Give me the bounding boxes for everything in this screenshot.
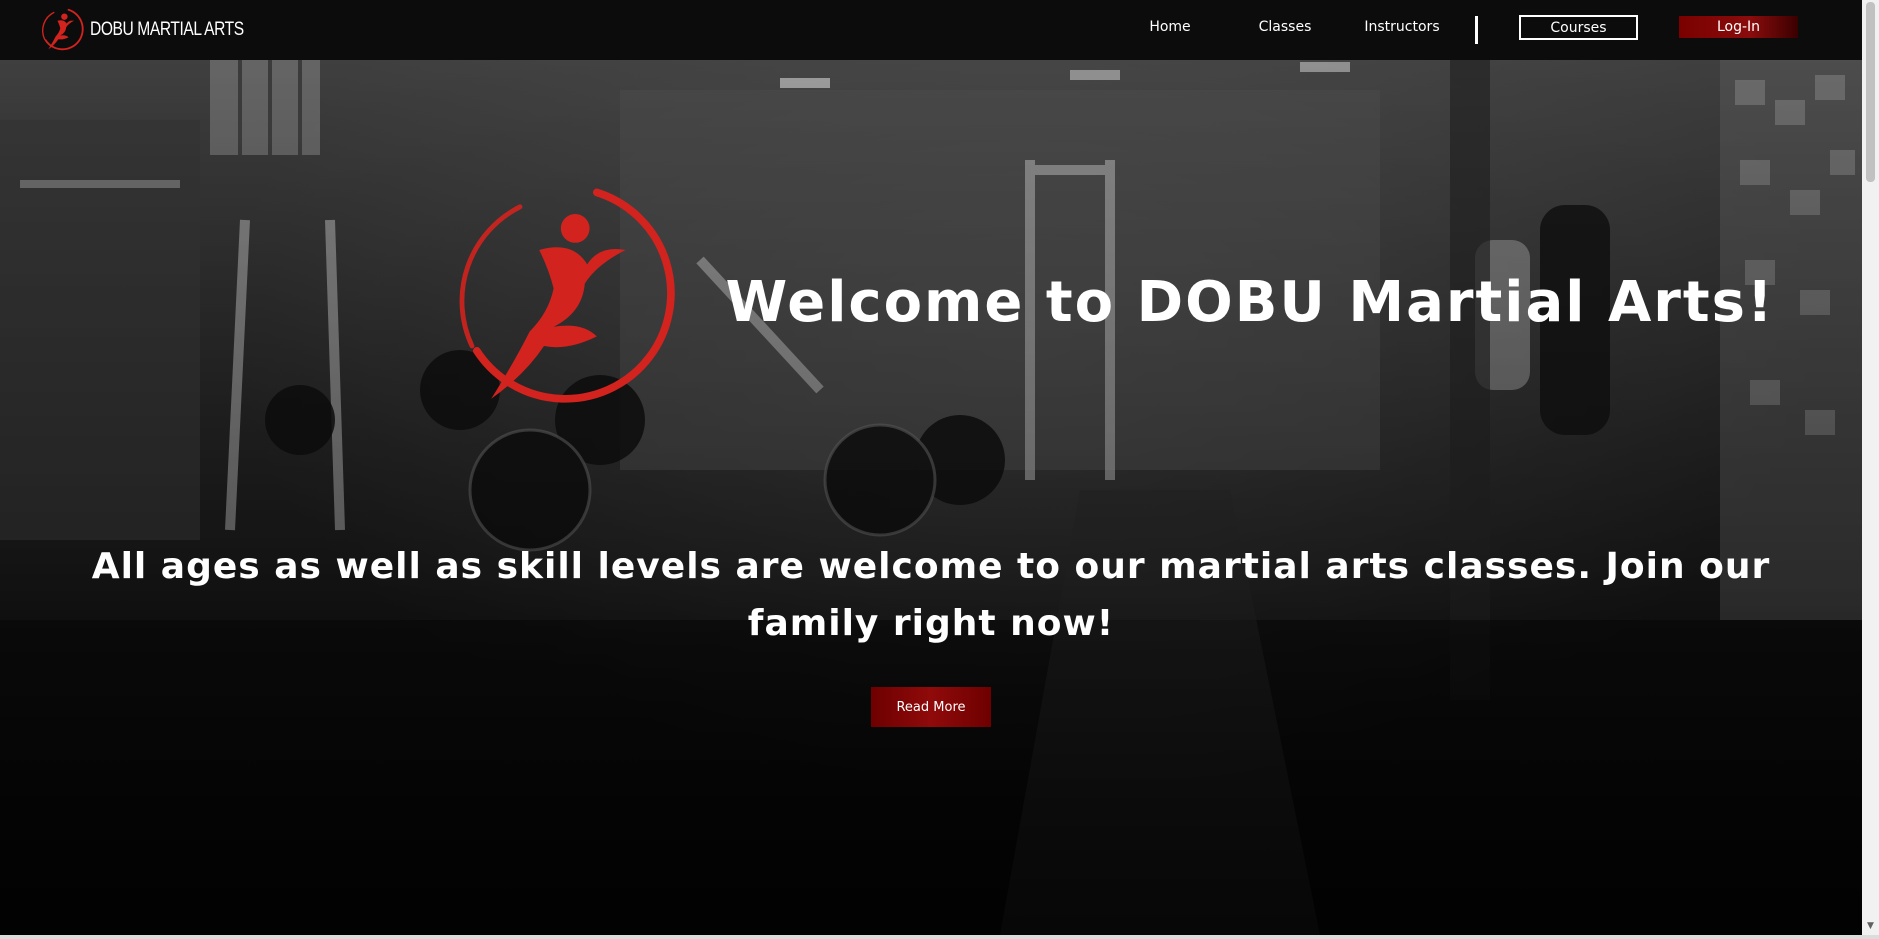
courses-button[interactable]: Courses: [1519, 15, 1638, 40]
navbar: DOBU MARTIAL ARTS Home Classes Instructo…: [0, 0, 1862, 60]
page: Welcome to DOBU Martial Arts! All ages a…: [0, 0, 1862, 935]
nav-divider: [1475, 16, 1478, 44]
hero-subtitle: All ages as well as skill levels are wel…: [91, 546, 1771, 644]
nav-home-link[interactable]: Home: [1130, 19, 1210, 35]
hero-overlay: [0, 60, 1862, 935]
chevron-down-icon[interactable]: ▼: [1864, 920, 1877, 933]
brand[interactable]: DOBU MARTIAL ARTS: [40, 7, 278, 53]
scrollbar-thumb[interactable]: [1866, 2, 1875, 182]
nav-classes-link[interactable]: Classes: [1245, 19, 1325, 35]
hero-title: Welcome to DOBU Martial Arts!: [725, 270, 1775, 335]
read-more-button[interactable]: Read More: [871, 687, 991, 727]
bottom-edge: [0, 935, 1879, 939]
brand-name: DOBU MARTIAL ARTS: [90, 19, 244, 40]
dobu-runner-logo-icon: [459, 188, 675, 403]
dobu-runner-logo-icon: [42, 8, 84, 51]
hero-section: Welcome to DOBU Martial Arts! All ages a…: [0, 60, 1862, 935]
nav-instructors-link[interactable]: Instructors: [1352, 19, 1452, 35]
login-button[interactable]: Log-In: [1679, 16, 1798, 38]
